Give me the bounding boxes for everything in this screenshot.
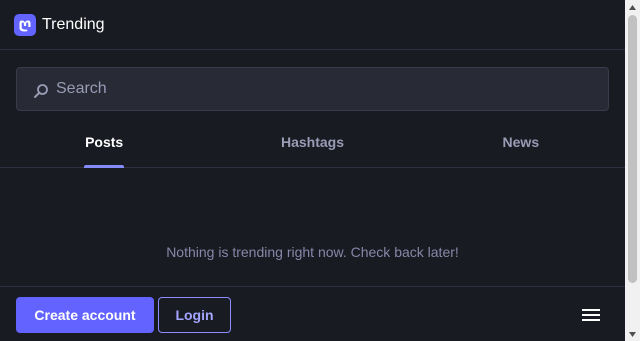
page-title: Trending: [42, 15, 105, 33]
search-box: [16, 67, 609, 111]
page: Trending Posts Hashtags News Nothing is …: [0, 0, 640, 341]
tab-posts[interactable]: Posts: [0, 118, 208, 168]
tab-label: Hashtags: [280, 133, 344, 150]
sign-up-footer: Create account Login: [0, 286, 625, 341]
scrollbar-thumb[interactable]: [628, 15, 637, 283]
scroll-down-arrow-icon[interactable]: [625, 327, 640, 341]
active-tab-indicator: [84, 165, 125, 168]
scroll-up-arrow-icon[interactable]: [625, 0, 640, 14]
main-column: Trending Posts Hashtags News Nothing is …: [0, 0, 625, 341]
login-button[interactable]: Login: [158, 297, 231, 333]
search-input[interactable]: [56, 69, 596, 109]
tab-news[interactable]: News: [417, 118, 625, 167]
tab-label: Posts: [85, 133, 124, 150]
mastodon-logo-icon[interactable]: [14, 13, 36, 36]
vertical-scrollbar[interactable]: [625, 0, 640, 341]
empty-state-message: Nothing is trending right now. Check bac…: [166, 244, 459, 260]
tab-hashtags[interactable]: Hashtags: [208, 118, 416, 167]
tab-bar: Posts Hashtags News: [0, 118, 625, 168]
column-header: Trending: [0, 0, 625, 50]
create-account-button[interactable]: Create account: [16, 297, 154, 333]
hamburger-menu-icon[interactable]: [578, 303, 604, 327]
search-icon: [34, 84, 48, 98]
tab-label: News: [502, 133, 540, 150]
